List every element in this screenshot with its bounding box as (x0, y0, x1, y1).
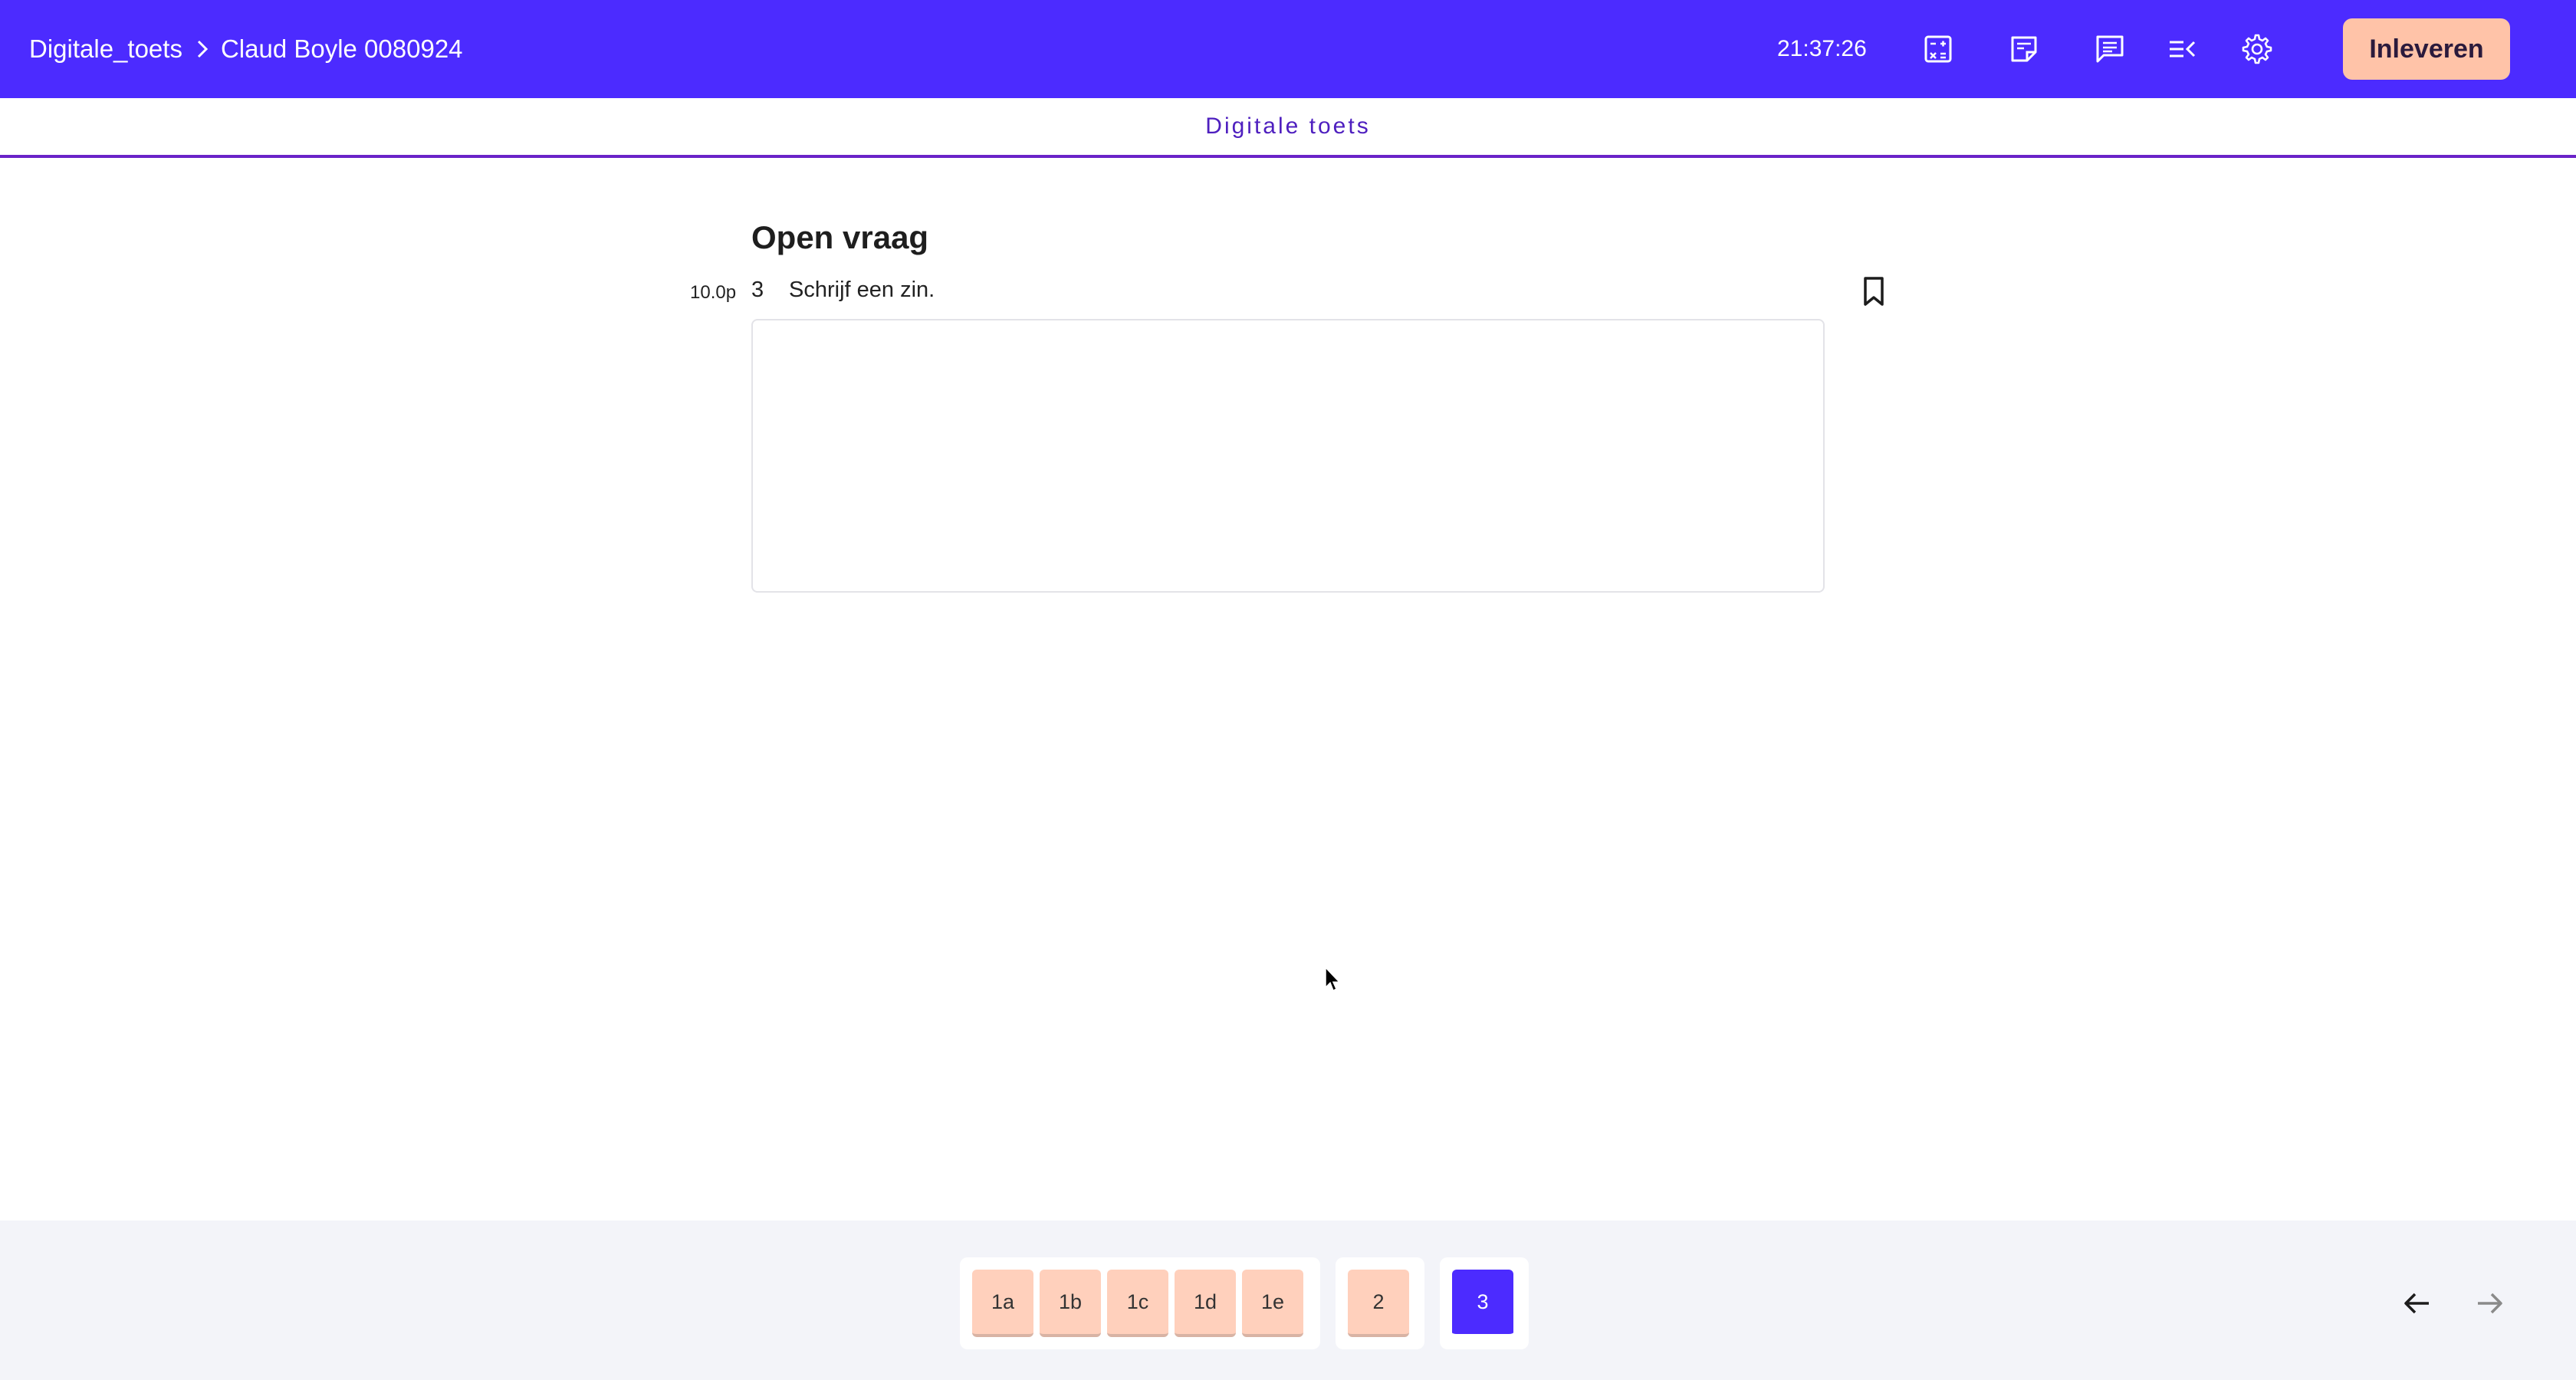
notes-icon[interactable] (2003, 28, 2045, 71)
next-arrow-icon[interactable] (2469, 1282, 2512, 1325)
bookmark-icon[interactable] (1858, 274, 1889, 308)
top-bar: Digitale_toets Claud Boyle 0080924 21:37… (0, 0, 2576, 98)
text-to-speech-icon[interactable] (2160, 28, 2203, 71)
breadcrumb-student-name: Claud Boyle 0080924 (220, 34, 463, 63)
chevron-right-icon (195, 39, 210, 59)
question-points: 10.0p (690, 282, 737, 303)
question-nav-button[interactable]: 1d (1175, 1270, 1236, 1337)
previous-arrow-icon[interactable] (2395, 1282, 2438, 1325)
test-title-bar: Digitale toets (0, 98, 2576, 158)
question-nav-button-active[interactable]: 3 (1452, 1270, 1513, 1337)
submit-button[interactable]: Inleveren (2343, 18, 2510, 80)
clock: 21:37:26 (1777, 36, 1867, 61)
question-group-3: 3 (1440, 1257, 1529, 1349)
question-number: 3 (751, 278, 764, 302)
question-nav-button[interactable]: 1a (972, 1270, 1033, 1337)
test-title: Digitale toets (1205, 113, 1371, 139)
question-nav-button[interactable]: 1e (1242, 1270, 1303, 1337)
breadcrumb: Digitale_toets Claud Boyle 0080924 (29, 0, 463, 98)
calculator-icon[interactable] (1917, 28, 1960, 71)
mouse-cursor-icon (1324, 966, 1342, 994)
settings-icon[interactable] (2234, 28, 2277, 71)
section-title: Open vraag (751, 219, 929, 255)
question-nav-button[interactable]: 1c (1107, 1270, 1168, 1337)
question-text: Schrijf een zin. (789, 278, 935, 302)
comment-icon[interactable] (2088, 28, 2131, 71)
answer-textarea[interactable] (751, 319, 1825, 593)
question-nav-button[interactable]: 2 (1348, 1270, 1409, 1337)
question-group-1: 1a 1b 1c 1d 1e (960, 1257, 1320, 1349)
breadcrumb-test-name[interactable]: Digitale_toets (29, 34, 182, 64)
question-nav-button[interactable]: 1b (1040, 1270, 1101, 1337)
question-group-2: 2 (1336, 1257, 1424, 1349)
